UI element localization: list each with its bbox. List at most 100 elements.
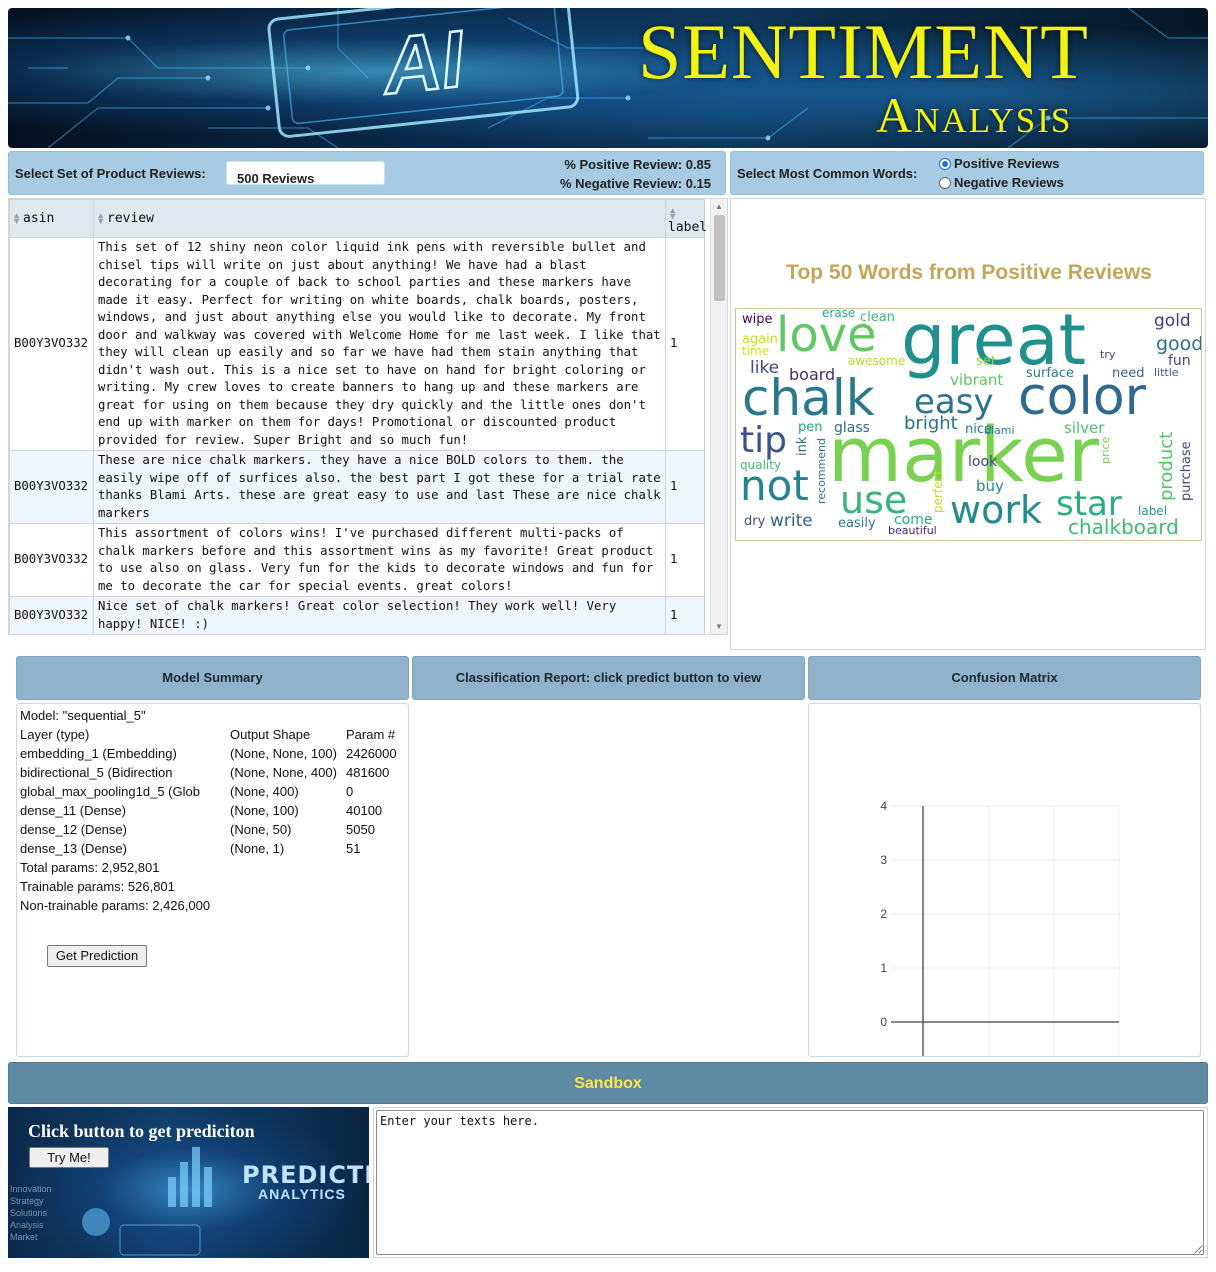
sort-icon[interactable]: ▲ ▼ <box>98 211 106 226</box>
model-summary-header: Model Summary <box>16 656 409 700</box>
non-trainable-params: Non-trainable params: 2,426,000 <box>20 898 211 913</box>
banner-subtitle: Analysis <box>876 87 1073 143</box>
column-header-label[interactable]: ▲ ▼ label <box>665 199 707 238</box>
positive-ratio-text: % Positive Review: 0.85 <box>564 157 711 172</box>
reviews-set-value: 500 Reviews <box>237 171 315 186</box>
confusion-matrix-chart: 0 1 2 3 4 <box>880 799 1120 1056</box>
table-row[interactable]: B00Y3VO332 This assortment of colors win… <box>9 523 705 597</box>
wordcloud-word: try <box>1100 348 1116 361</box>
banner-title: SENTIMENT <box>638 8 1089 95</box>
wordcloud-word: chalkboard <box>1068 515 1179 539</box>
wordcloud-word: quality <box>740 458 782 472</box>
sort-icon[interactable]: ▲ ▼ <box>14 211 22 226</box>
wordcloud-word: blami <box>984 424 1015 437</box>
wordcloud-word: price <box>1099 436 1112 464</box>
review-cell: This assortment of colors wins! I've pur… <box>93 523 666 597</box>
wordcloud-word: board <box>789 365 836 384</box>
sandbox-banner-image: Click button to get prediciton Try Me! P… <box>8 1107 369 1258</box>
asin-cell: B00Y3VO332 <box>9 450 94 524</box>
wordcloud-word: good <box>1156 333 1202 355</box>
scrollbar-thumb[interactable] <box>714 215 725 301</box>
wordcloud-word: product <box>1156 431 1177 501</box>
negative-ratio-text: % Negative Review: 0.15 <box>559 176 711 191</box>
wordcloud-word: ink <box>795 437 810 457</box>
radio-negative-label: Negative Reviews <box>954 175 1064 190</box>
wordcloud-word: beautiful <box>888 524 937 537</box>
table-row[interactable]: B00Y3VO332 This set of 12 shiny neon col… <box>9 237 705 451</box>
reviews-select-label: Select Set of Product Reviews: <box>15 166 206 181</box>
analytics-text: ANALYTICS <box>258 1186 346 1202</box>
wordcloud-word: pen <box>798 420 823 435</box>
wordcloud-word: tip <box>740 420 787 461</box>
wordcloud-word: time <box>742 344 770 358</box>
model-layer-row: dense_13 (Dense) (None, 1) 51 <box>20 841 361 856</box>
table-row[interactable]: B00Y3VO332 Nice set of chalk markers! Gr… <box>9 596 705 634</box>
predictive-text: PREDICTIVE <box>242 1161 369 1189</box>
wordcloud-word: little <box>1154 366 1179 379</box>
wordcloud-word: gold <box>1154 311 1191 331</box>
wordcloud-word: label <box>1138 504 1168 518</box>
try-me-button[interactable]: Try Me! <box>29 1147 109 1168</box>
wordcloud-word: set <box>976 354 996 369</box>
review-cell: This set of 12 shiny neon color liquid i… <box>93 237 666 451</box>
model-layer-row: global_max_pooling1d_5 (Glob (None, 400) 0 <box>20 784 354 799</box>
trainable-params: Trainable params: 526,801 <box>20 879 175 894</box>
scroll-up-arrow-icon[interactable]: ▲ <box>715 202 723 211</box>
model-layer-row: bidirectional_5 (Bidirection (None, None,… <box>20 765 390 780</box>
asin-cell: B00Y3VO332 <box>9 523 94 597</box>
label-cell: 1 <box>665 596 705 634</box>
wordcloud-word: erase <box>822 308 856 320</box>
y-tick-label: 1 <box>880 961 887 975</box>
confusion-matrix-header: Confusion Matrix <box>808 656 1201 700</box>
sort-icon[interactable]: ▲ ▼ <box>670 207 678 222</box>
asin-cell: B00Y3VO332 <box>9 237 94 451</box>
sandbox-text-panel <box>373 1107 1208 1258</box>
column-header-review[interactable]: ▲ ▼ review <box>93 199 666 238</box>
wordcloud-word: wipe <box>742 312 773 327</box>
ai-chip-text: AI <box>377 14 470 111</box>
scroll-down-arrow-icon[interactable]: ▼ <box>715 622 723 631</box>
wordcloud-word: silver <box>1064 419 1105 437</box>
classification-report-header: Classification Report: click predict but… <box>412 656 805 700</box>
column-header-asin[interactable]: ▲ ▼ asin <box>9 199 94 238</box>
reviews-table-panel: ▲ ▼ asin ▲ ▼ review ▲ ▼ label B00Y3VO332 This … <box>8 198 728 635</box>
wordcloud-word: easily <box>838 516 876 531</box>
get-prediction-button[interactable]: Get Prediction <box>47 945 147 967</box>
wordcloud-word: look <box>968 454 998 470</box>
wordcloud-word: purchase <box>1179 441 1194 502</box>
common-words-label: Select Most Common Words: <box>737 166 918 181</box>
wordcloud-title: Top 50 Words from Positive Reviews <box>786 261 1152 284</box>
reviews-set-dropdown[interactable]: 500 Reviews <box>226 161 385 186</box>
wordcloud-word: perfect <box>931 470 945 514</box>
radio-positive-label: Positive Reviews <box>954 156 1060 171</box>
header-banner: AI SENTIMENT Analysis <box>8 8 1208 148</box>
wordcloud-word: need <box>1112 366 1145 381</box>
label-cell: 1 <box>665 523 705 597</box>
radio-positive-reviews[interactable]: Positive Reviews <box>939 156 1060 171</box>
radio-button-unchecked[interactable] <box>939 176 951 189</box>
y-tick-label: 4 <box>880 799 887 813</box>
wordcloud-word: dry <box>744 514 766 529</box>
wordcloud-word: work <box>950 488 1042 532</box>
wordcloud-word: recommend <box>815 438 828 505</box>
wordcloud-panel: Top 50 Words from Positive Reviews great… <box>730 198 1206 650</box>
confusion-matrix-panel: 0 1 2 3 4 <box>808 703 1201 1057</box>
radio-negative-reviews[interactable]: Negative Reviews <box>939 175 1064 190</box>
y-tick-label: 0 <box>880 1015 887 1029</box>
radio-button-checked[interactable] <box>939 157 951 170</box>
table-row[interactable]: B00Y3VO332 These are nice chalk markers.… <box>9 450 705 524</box>
wordcloud-word: write <box>770 511 813 531</box>
y-tick-label: 3 <box>880 853 887 867</box>
review-cell: Nice set of chalk markers! Great color s… <box>93 596 666 634</box>
sandbox-text-input[interactable] <box>376 1110 1204 1255</box>
model-summary-box: Model: "sequential_5" Layer (type) Outpu… <box>16 703 409 1057</box>
table-scrollbar[interactable]: ▲ ▼ <box>710 199 727 634</box>
model-columns-row: Layer (type) Output Shape Param # <box>20 727 396 742</box>
wordcloud-word: glass <box>834 420 870 436</box>
model-layer-row: embedding_1 (Embedding) (None, None, 100)… <box>20 746 397 761</box>
sandbox-caption: Click button to get prediciton <box>28 1121 255 1141</box>
wordcloud-word: bright <box>904 413 958 434</box>
wordcloud-word: clean <box>860 310 895 325</box>
model-name-line: Model: "sequential_5" <box>20 708 146 723</box>
reviews-table: ▲ ▼ asin ▲ ▼ review ▲ ▼ label B00Y3VO332 This … <box>9 199 707 634</box>
